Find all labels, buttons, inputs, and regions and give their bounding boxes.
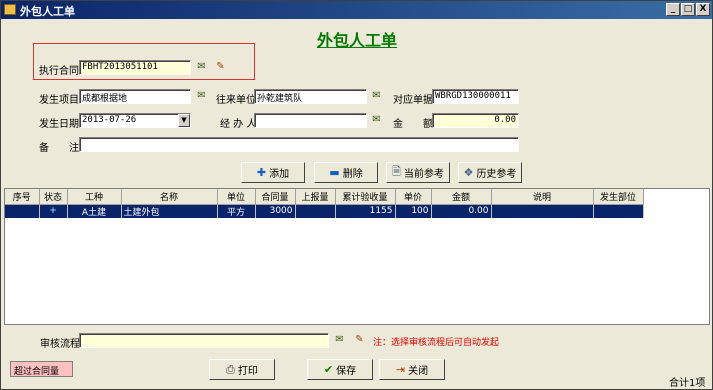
contract-label: 执行合同: [39, 66, 79, 77]
col-header[interactable]: 合同量: [255, 189, 296, 205]
amount-input[interactable]: 0.00: [432, 113, 519, 128]
delete-button-label: 删除: [342, 169, 363, 180]
print-button[interactable]: ⎙ 打印: [209, 359, 275, 380]
col-header[interactable]: 状态: [39, 189, 68, 205]
workflow-note: 注：选择审核流程后可自动发起: [373, 338, 500, 348]
col-header[interactable]: 上报量: [295, 189, 336, 205]
exit-icon: ⇥: [395, 363, 406, 376]
detail-table: 序号 状态 工种 名称 单位 合同量 上报量 累计验收量 单价 金额 说明 发生…: [5, 189, 644, 218]
col-header[interactable]: 名称: [121, 189, 218, 205]
add-button-label: 添加: [269, 169, 290, 180]
print-button-label: 打印: [237, 366, 258, 377]
col-header[interactable]: 工种: [67, 189, 122, 205]
close-button[interactable]: ⇥ 关闭: [379, 359, 445, 380]
window: 外包人工单 _ □ X 外包人工单 执行合同 FBHT2013051101 ✉ …: [0, 0, 713, 390]
detail-grid[interactable]: 序号 状态 工种 名称 单位 合同量 上报量 累计验收量 单价 金额 说明 发生…: [4, 188, 710, 325]
delete-button[interactable]: ▬ 删除: [314, 162, 378, 183]
col-header[interactable]: 说明: [491, 189, 594, 205]
current-ref-button-label: 当前参考: [403, 169, 444, 180]
close-window-button[interactable]: X: [696, 3, 710, 16]
history-ref-button[interactable]: ❖ 历史参考: [458, 162, 522, 183]
col-header[interactable]: 累计验收量: [335, 189, 396, 205]
workflow-lookup-icon[interactable]: ✉: [333, 334, 346, 346]
table-row[interactable]: + A土建 土建外包 平方 3000 1155 100 0.00: [5, 204, 644, 218]
handler-lookup-icon[interactable]: ✉: [370, 114, 383, 126]
contract-lookup-icon[interactable]: ✉: [195, 61, 208, 73]
partner-input[interactable]: 孙乾建筑队: [254, 89, 367, 104]
add-button[interactable]: ✚ 添加: [241, 162, 305, 183]
date-input[interactable]: 2013-07-26: [79, 113, 191, 128]
contract-clear-icon[interactable]: ✎: [214, 61, 227, 73]
current-ref-button[interactable]: 🗎 当前参考: [386, 162, 450, 183]
save-button-label: 保存: [336, 366, 357, 377]
exceed-contract-indicator: 超过合同量: [10, 361, 73, 377]
cell-desc: [491, 204, 594, 218]
cell-unit: 平方: [217, 204, 256, 218]
total-count: 合计1项: [669, 378, 706, 389]
project-lookup-icon[interactable]: ✉: [195, 90, 208, 102]
app-icon: [4, 4, 16, 15]
contract-input[interactable]: FBHT2013051101: [79, 60, 191, 75]
remark-label: 备 注: [39, 143, 79, 154]
handler-input[interactable]: [254, 113, 367, 128]
cell-price: 100: [395, 204, 432, 218]
minimize-button[interactable]: _: [666, 3, 680, 16]
project-input[interactable]: 成都根据地: [79, 89, 191, 104]
cell-seq: [5, 204, 40, 218]
workflow-label: 审核流程: [40, 339, 80, 350]
partner-label: 往来单位: [216, 95, 256, 106]
col-header[interactable]: 发生部位: [593, 189, 644, 205]
document-icon: 🗎: [392, 165, 401, 178]
plus-icon: ✚: [256, 166, 267, 179]
cell-trade: A土建: [67, 204, 122, 218]
close-button-label: 关闭: [408, 366, 429, 377]
header-form: 外包人工单 执行合同 FBHT2013051101 ✉ ✎ 发生项目 成都根据地…: [4, 21, 710, 189]
cell-amount: 0.00: [431, 204, 492, 218]
save-button[interactable]: ✔ 保存: [307, 359, 373, 380]
checkmark-icon: ✔: [323, 363, 334, 376]
date-dropdown-icon[interactable]: ▼: [178, 114, 190, 127]
handler-label: 经 办 人: [220, 119, 257, 130]
cell-accepted-qty: 1155: [335, 204, 396, 218]
cell-location: [593, 204, 644, 218]
grid-header-row: 序号 状态 工种 名称 单位 合同量 上报量 累计验收量 单价 金额 说明 发生…: [5, 189, 644, 205]
window-title: 外包人工单: [20, 5, 75, 18]
col-header[interactable]: 单位: [217, 189, 256, 205]
project-label: 发生项目: [39, 95, 79, 106]
cell-contract-qty: 3000: [255, 204, 296, 218]
title-bar: 外包人工单 _ □ X: [1, 1, 712, 19]
col-header[interactable]: 序号: [5, 189, 40, 205]
minus-icon: ▬: [329, 166, 340, 179]
cell-reported-qty: [295, 204, 336, 218]
workflow-clear-icon[interactable]: ✎: [353, 334, 366, 346]
history-icon: ❖: [463, 166, 474, 179]
ref-doc-input[interactable]: WBRGD130000011: [432, 89, 519, 104]
col-header[interactable]: 金额: [431, 189, 492, 205]
col-header[interactable]: 单价: [395, 189, 432, 205]
history-ref-button-label: 历史参考: [476, 169, 517, 180]
footer-panel: 审核流程 ✉ ✎ 注：选择审核流程后可自动发起 超过合同量 ⎙ 打印 ✔ 保存 …: [4, 326, 710, 389]
cell-name: 土建外包: [121, 204, 218, 218]
date-label: 发生日期: [39, 119, 79, 130]
ref-doc-label: 对应单据: [393, 95, 433, 106]
cell-status: +: [39, 204, 68, 218]
remark-input[interactable]: [79, 137, 519, 152]
printer-icon: ⎙: [226, 362, 235, 376]
partner-lookup-icon[interactable]: ✉: [370, 90, 383, 102]
maximize-button[interactable]: □: [681, 3, 695, 16]
workflow-input[interactable]: [79, 333, 329, 348]
amount-label: 金 额: [393, 119, 433, 130]
